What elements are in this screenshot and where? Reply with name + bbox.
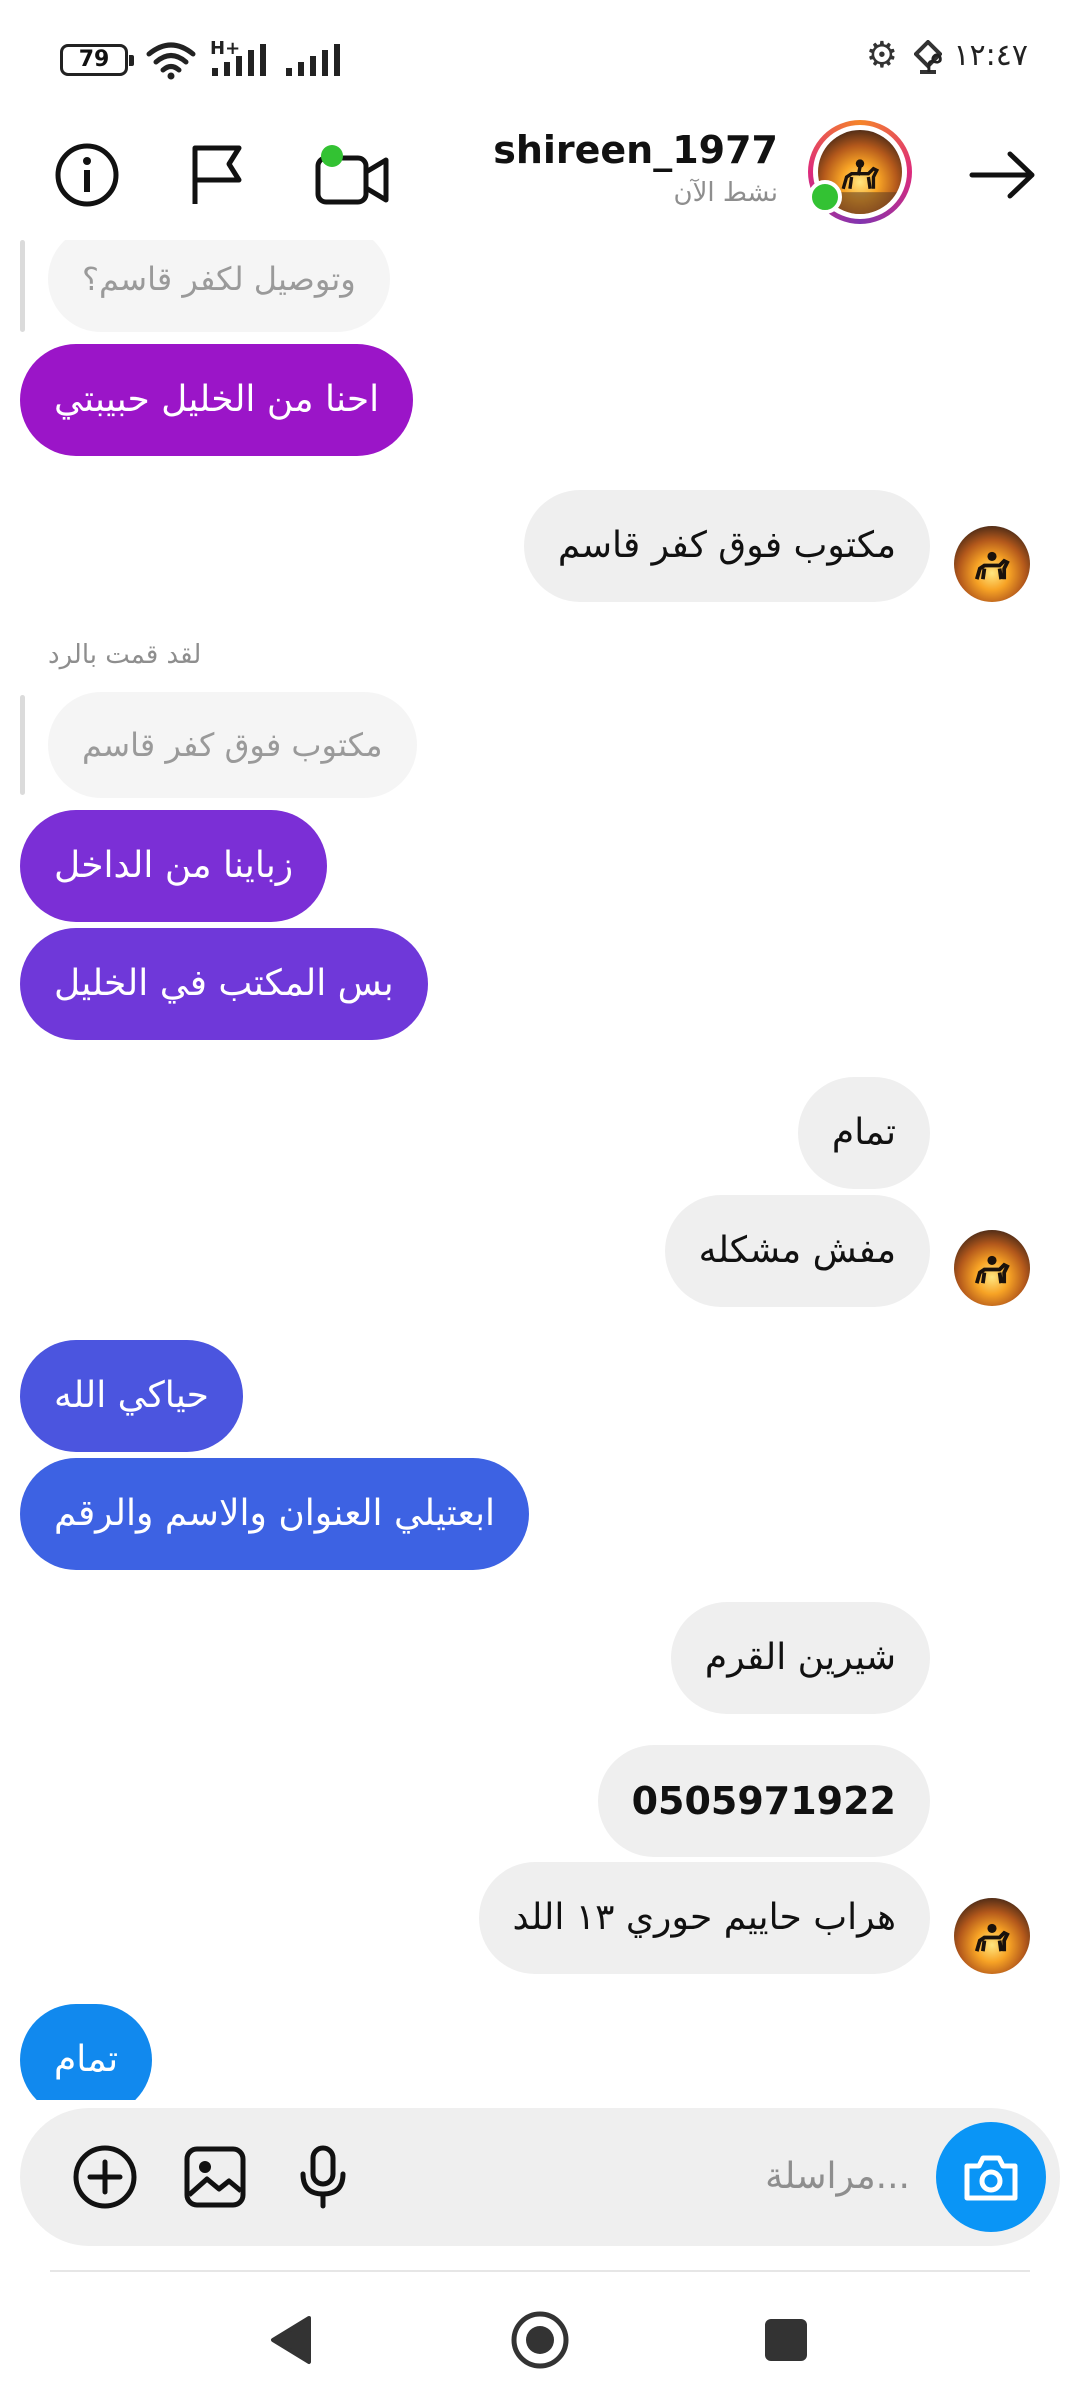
- received-message[interactable]: 0505971922: [597, 1745, 930, 1857]
- chat-header: shireen_1977 نشط الآن: [0, 120, 1080, 255]
- sent-message[interactable]: احنا من الخليل حبيبتي: [20, 344, 414, 456]
- settings-gear-icon: ⚙: [865, 35, 898, 76]
- nav-back-icon: [271, 2316, 311, 2364]
- reply-label: لقد قمت بالرد: [48, 640, 202, 670]
- received-message[interactable]: مكتوب فوق كفر قاسم: [523, 490, 930, 602]
- online-indicator: [808, 180, 842, 214]
- camera-button[interactable]: [936, 2122, 1046, 2232]
- add-icon: [73, 2145, 137, 2209]
- sent-message[interactable]: ابعتيلي العنوان والاسم والرقم: [20, 1458, 530, 1570]
- wifi-icon: [146, 42, 196, 80]
- divider: [50, 2270, 1030, 2272]
- info-button[interactable]: [42, 130, 132, 220]
- replied-message-quote[interactable]: مكتوب فوق كفر قاسم: [48, 692, 417, 798]
- received-message[interactable]: هراب حاييم حوري ١٣ اللد: [478, 1862, 930, 1974]
- received-message[interactable]: مفش مشكله: [664, 1195, 930, 1307]
- sent-message[interactable]: بس المكتب في الخليل: [20, 928, 428, 1040]
- nav-home-button[interactable]: [500, 2300, 580, 2380]
- video-call-button[interactable]: [302, 130, 402, 220]
- signal-icon: [212, 44, 266, 76]
- sent-message[interactable]: تمام: [20, 2004, 153, 2100]
- nav-recents-button[interactable]: [746, 2300, 826, 2380]
- message-composer: مراسلة...: [20, 2108, 1060, 2246]
- sender-avatar[interactable]: [954, 1230, 1030, 1306]
- replied-message-quote[interactable]: وتوصيل لكفر قاسم؟: [48, 240, 390, 332]
- sent-message[interactable]: زباينا من الداخل: [20, 810, 328, 922]
- signal-icon-2: [286, 44, 340, 76]
- received-message[interactable]: تمام: [797, 1077, 930, 1189]
- flag-icon: [192, 145, 242, 204]
- status-bar: 79 H+ ⚙ ١٢:٤٧ م: [0, 0, 1080, 120]
- reply-indicator-bar: [20, 240, 25, 332]
- message-input[interactable]: مراسلة...: [765, 2108, 910, 2246]
- back-button[interactable]: [958, 130, 1048, 220]
- back-arrow-icon: [969, 151, 1035, 199]
- microphone-icon: [300, 2145, 346, 2209]
- sender-avatar[interactable]: [954, 1898, 1030, 1974]
- active-status: نشط الآن: [673, 178, 778, 208]
- received-message[interactable]: شيرين القرم: [670, 1602, 930, 1714]
- nav-home-icon: [511, 2311, 569, 2369]
- nav-recents-icon: [765, 2319, 807, 2361]
- message-thread[interactable]: وتوصيل لكفر قاسم؟ احنا من الخليل حبيبتي …: [0, 240, 1080, 2100]
- reply-indicator-bar: [20, 695, 25, 795]
- gallery-button[interactable]: [180, 2142, 250, 2212]
- voice-message-button[interactable]: [288, 2142, 358, 2212]
- battery-level: 79: [78, 47, 110, 72]
- info-icon: [55, 143, 119, 207]
- clock: ١٢:٤٧ م: [925, 38, 1028, 73]
- nav-back-button[interactable]: [250, 2300, 330, 2380]
- gallery-icon: [184, 2146, 246, 2208]
- camera-icon: [964, 2155, 1018, 2201]
- video-call-icon: [315, 145, 389, 205]
- add-button[interactable]: [70, 2142, 140, 2212]
- chat-username[interactable]: shireen_1977: [493, 128, 778, 172]
- battery-icon: 79: [60, 44, 134, 76]
- report-button[interactable]: [172, 130, 262, 220]
- sent-message[interactable]: حياكي الله: [20, 1340, 243, 1452]
- sender-avatar[interactable]: [954, 526, 1030, 602]
